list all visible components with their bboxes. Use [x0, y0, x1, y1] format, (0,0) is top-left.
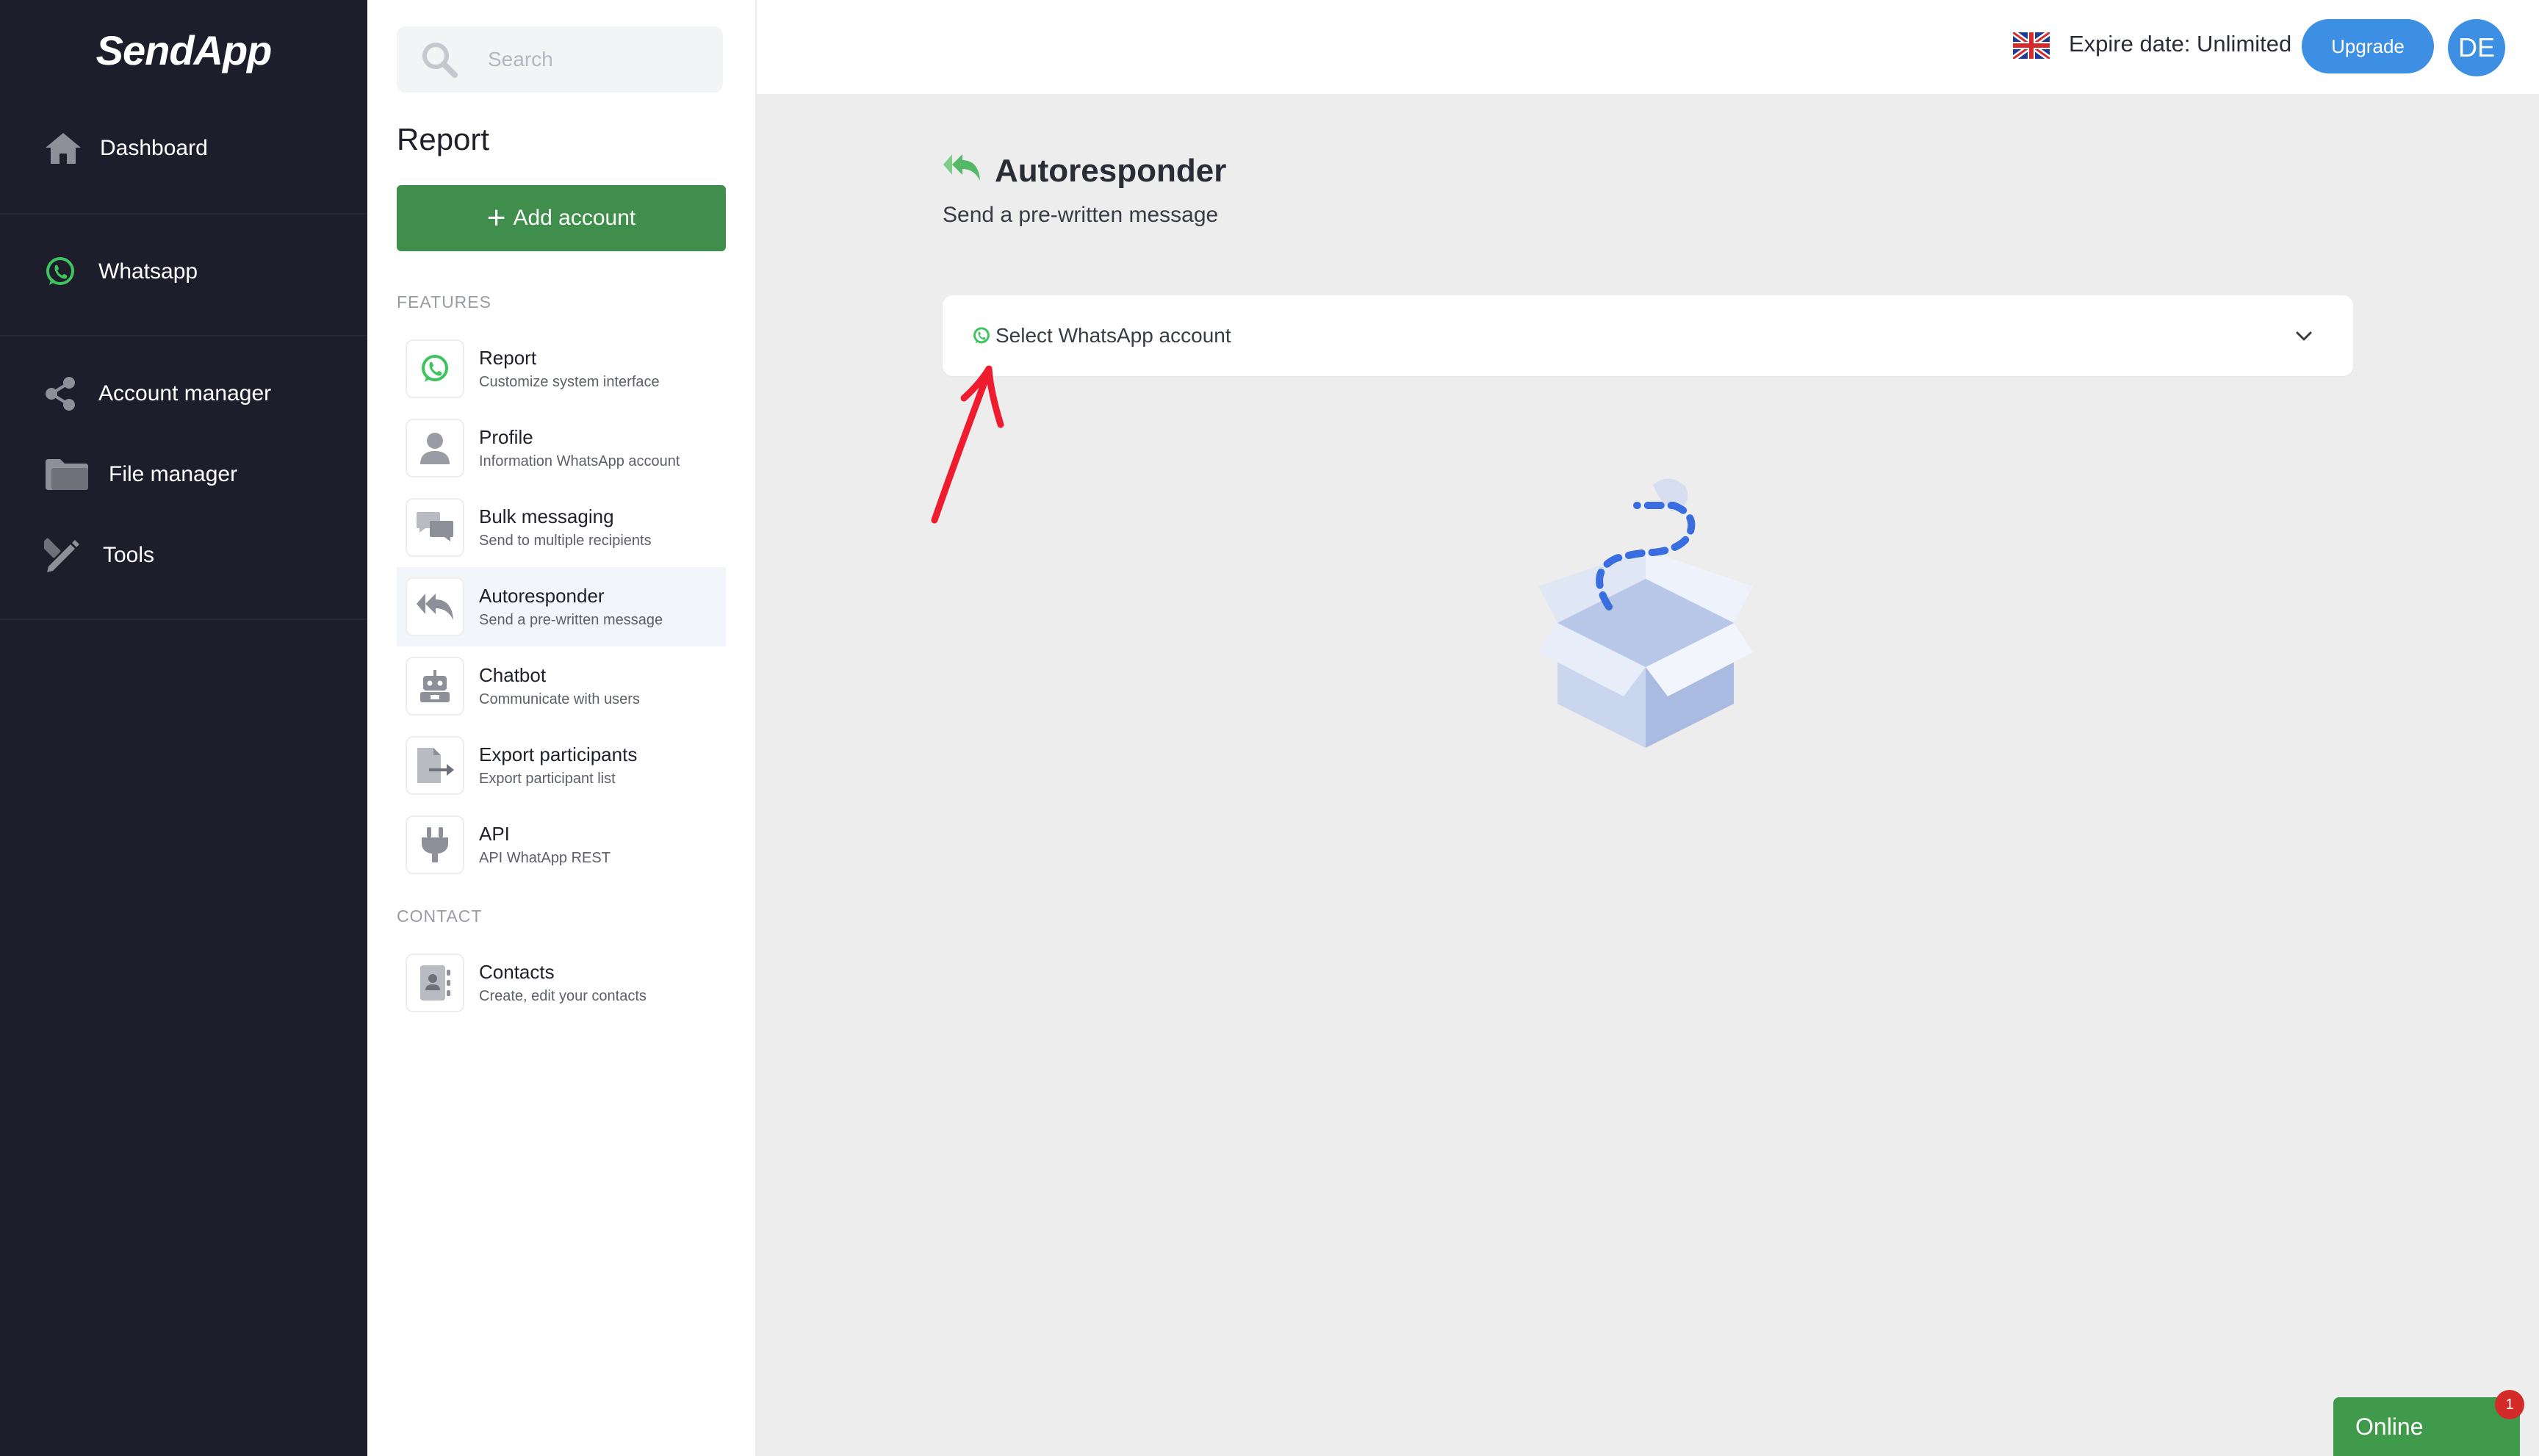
file-export-icon [406, 736, 464, 795]
whatsapp-icon [406, 339, 464, 398]
upgrade-button[interactable]: Upgrade [2302, 19, 2434, 73]
top-header: Expire date: Unlimited Upgrade DE [757, 0, 2539, 94]
menu-item-bulk-messaging[interactable]: Bulk messaging Send to multiple recipien… [397, 488, 726, 567]
menu-item-title: Autoresponder [479, 585, 605, 607]
menu-item-autoresponder[interactable]: Autoresponder Send a pre-written message [397, 567, 726, 646]
add-account-label: Add account [513, 206, 636, 230]
feature-panel: Report + Add account FEATURES Report Cus… [367, 0, 757, 1456]
menu-item-subtitle: API WhatApp REST [479, 850, 611, 866]
online-label: Online [2355, 1413, 2424, 1440]
menu-item-title: Bulk messaging [479, 505, 614, 527]
user-avatar[interactable]: DE [2448, 19, 2505, 76]
chat-bubbles-icon [406, 498, 464, 557]
search-box[interactable] [397, 26, 723, 93]
section-label-features: FEATURES [397, 292, 491, 311]
select-label: Select WhatsApp account [995, 324, 1231, 347]
menu-item-report[interactable]: Report Customize system interface [397, 329, 726, 408]
menu-item-subtitle: Customize system interface [479, 374, 660, 390]
sidebar-item-tools[interactable]: Tools [44, 533, 154, 577]
reply-all-icon [406, 577, 464, 636]
empty-box-illustration-icon [1538, 478, 1753, 748]
plug-icon [406, 815, 464, 874]
menu-item-profile[interactable]: Profile Information WhatsApp account [397, 408, 726, 488]
section-label-contact: CONTACT [397, 907, 483, 926]
menu-item-title: API [479, 823, 510, 845]
reply-all-icon [942, 151, 982, 191]
user-icon [406, 419, 464, 477]
plus-icon: + [486, 200, 506, 236]
sidebar-item-label: File manager [109, 462, 238, 486]
main-sidebar: SendApp Dashboard Whatsapp Account manag… [0, 0, 367, 1456]
sidebar-divider [0, 619, 367, 620]
menu-item-title: Export participants [479, 743, 638, 765]
sidebar-item-whatsapp[interactable]: Whatsapp [44, 250, 198, 294]
page-subtitle: Send a pre-written message [943, 203, 1219, 227]
sidebar-item-file-manager[interactable]: File manager [44, 453, 237, 497]
search-input[interactable] [488, 48, 708, 71]
sidebar-item-label: Tools [103, 543, 155, 567]
app-logo[interactable]: SendApp [0, 26, 367, 74]
annotation-arrow-icon [931, 365, 1004, 524]
menu-item-export-participants[interactable]: Export participants Export participant l… [397, 726, 726, 805]
whatsapp-account-select[interactable]: Select WhatsApp account [943, 295, 2353, 376]
chevron-down-icon [2293, 325, 2315, 347]
search-icon [416, 36, 463, 83]
menu-item-title: Profile [479, 426, 533, 448]
menu-item-subtitle: Information WhatsApp account [479, 453, 680, 469]
home-icon [44, 129, 82, 167]
whatsapp-icon [972, 326, 991, 345]
menu-item-contacts[interactable]: Contacts Create, edit your contacts [397, 943, 726, 1023]
sidebar-item-label: Account manager [98, 381, 272, 406]
sidebar-item-account-manager[interactable]: Account manager [44, 372, 271, 416]
add-account-button[interactable]: + Add account [397, 185, 726, 251]
share-nodes-icon [44, 375, 76, 413]
sidebar-item-label: Whatsapp [98, 259, 198, 284]
folder-icon [44, 455, 90, 494]
expire-date-text: Expire date: Unlimited [2069, 31, 2292, 57]
pencil-ruler-icon [44, 536, 81, 574]
online-chat-widget[interactable]: Online [2333, 1397, 2520, 1456]
menu-item-chatbot[interactable]: Chatbot Communicate with users [397, 646, 726, 726]
sidebar-divider [0, 213, 367, 215]
whatsapp-icon [44, 253, 76, 291]
menu-item-title: Chatbot [479, 664, 547, 686]
menu-item-subtitle: Send a pre-written message [479, 612, 663, 628]
menu-item-subtitle: Send to multiple recipients [479, 533, 652, 549]
panel-title: Report [397, 122, 490, 156]
notification-badge: 1 [2495, 1390, 2524, 1419]
sidebar-item-label: Dashboard [100, 136, 208, 160]
menu-item-subtitle: Export participant list [479, 771, 616, 787]
menu-item-title: Report [479, 347, 537, 369]
address-book-icon [406, 954, 464, 1012]
sidebar-divider [0, 335, 367, 336]
page-title: Autoresponder [995, 153, 1227, 189]
menu-item-subtitle: Communicate with users [479, 691, 640, 707]
menu-item-title: Contacts [479, 961, 555, 983]
menu-item-api[interactable]: API API WhatApp REST [397, 805, 726, 884]
menu-item-subtitle: Create, edit your contacts [479, 988, 647, 1004]
sidebar-item-dashboard[interactable]: Dashboard [44, 126, 208, 170]
page-title-row: Autoresponder [942, 151, 1226, 191]
robot-icon [406, 657, 464, 716]
uk-flag-icon[interactable] [2011, 29, 2052, 62]
